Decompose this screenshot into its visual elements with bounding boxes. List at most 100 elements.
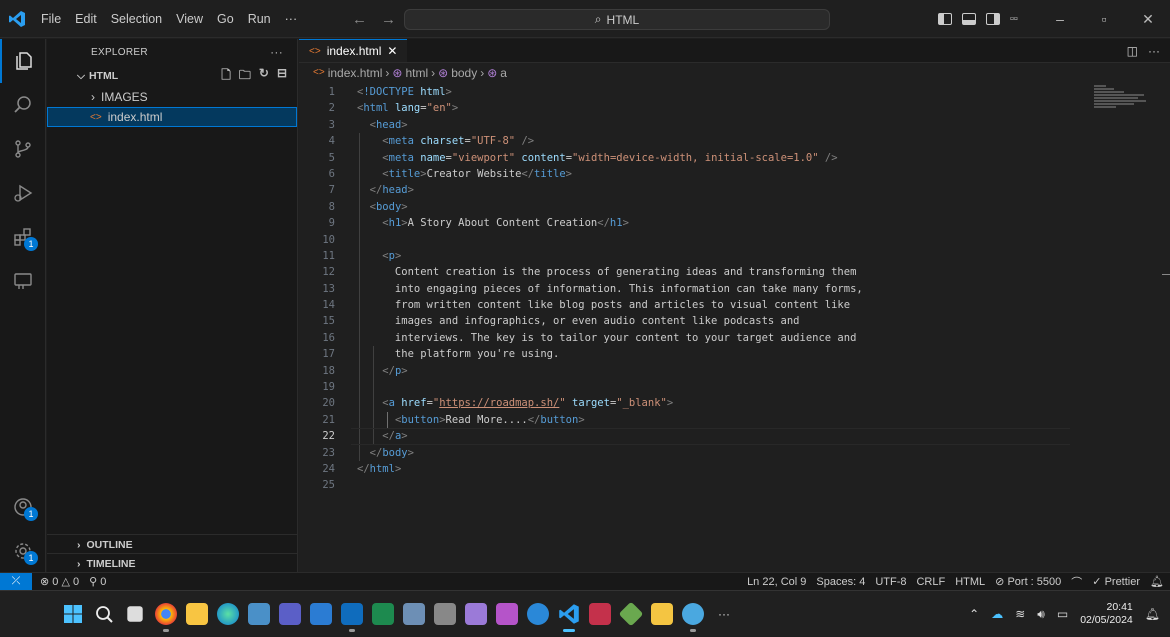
breadcrumb-separator-icon: › <box>431 65 436 80</box>
menu-edit[interactable]: Edit <box>68 0 104 38</box>
collapse-all-icon[interactable]: ⊟ <box>277 66 287 87</box>
menu-more[interactable]: ··· <box>278 0 305 38</box>
line-number: 8 <box>328 200 335 213</box>
menu-selection[interactable]: Selection <box>104 0 169 38</box>
network-app-icon[interactable] <box>403 603 425 625</box>
teams-icon[interactable] <box>279 603 301 625</box>
more-actions-icon[interactable]: ··· <box>270 45 283 59</box>
element-icon: ⊛ <box>487 65 498 80</box>
menu-view[interactable]: View <box>169 0 210 38</box>
indentation[interactable]: Spaces: 4 <box>816 576 865 588</box>
accounts-icon[interactable]: 1 <box>0 485 46 529</box>
menu-bar: File Edit Selection View Go Run ··· <box>34 0 304 38</box>
windows-start-icon[interactable] <box>62 603 84 625</box>
split-editor-icon[interactable]: ◫ <box>1127 44 1138 58</box>
clock-app-icon[interactable] <box>682 603 704 632</box>
search-icon[interactable] <box>93 603 115 625</box>
prettier-status[interactable]: ✓ Prettier <box>1092 575 1140 588</box>
remote-indicator-icon[interactable]: ⤫ <box>0 572 32 591</box>
breadcrumb-item[interactable]: body <box>451 66 477 80</box>
command-center-search[interactable]: ⌕ HTML <box>404 9 830 30</box>
ports-indicator[interactable]: ⚲ 0 <box>89 575 106 588</box>
code-text: <meta charset="UTF-8" /> <box>382 135 535 148</box>
breadcrumb-item[interactable]: index.html <box>328 66 383 80</box>
minimize-icon[interactable]: – <box>1038 11 1082 27</box>
toggle-primary-sidebar-icon[interactable] <box>938 13 952 25</box>
back-arrow-icon[interactable]: ← <box>352 11 367 28</box>
chrome-icon[interactable] <box>155 603 177 632</box>
extensions-icon[interactable]: 1 <box>0 215 46 259</box>
menu-run[interactable]: Run <box>241 0 278 38</box>
search-view-icon[interactable] <box>0 83 46 127</box>
code-text: into engaging pieces of information. Thi… <box>357 282 863 295</box>
chevron-up-icon[interactable]: ⌃ <box>969 607 979 621</box>
language-mode[interactable]: HTML <box>955 576 985 588</box>
task-view-icon[interactable] <box>127 606 143 622</box>
cursor-position[interactable]: Ln 22, Col 9 <box>747 576 806 588</box>
forward-arrow-icon[interactable]: → <box>381 11 396 28</box>
sticky-notes-icon[interactable] <box>651 603 673 625</box>
source-control-icon[interactable] <box>0 127 46 171</box>
notifications-signal-icon[interactable]: ⌒ <box>1071 574 1082 590</box>
calculator-icon[interactable] <box>434 603 456 625</box>
folder-root[interactable]: ⌵ HTML 🗋 🗀 ↻ ⊟ <box>47 65 297 87</box>
outline-section[interactable]: › OUTLINE <box>47 534 298 554</box>
volume-icon[interactable]: 🔊︎ <box>1037 607 1045 622</box>
battery-icon[interactable]: ▭ <box>1057 607 1068 621</box>
diamond-app-icon[interactable] <box>618 601 644 627</box>
edge-icon[interactable] <box>217 603 239 625</box>
problems-indicator[interactable]: ⊗ 0 △ 0 <box>40 575 79 588</box>
tree-item-index-html[interactable]: <> index.html <box>47 107 297 127</box>
restore-icon[interactable]: ▫ <box>1082 11 1126 27</box>
toggle-secondary-sidebar-icon[interactable] <box>986 13 1000 25</box>
dev-app-icon[interactable] <box>589 603 611 625</box>
notification-bell-icon[interactable]: 🔔︎ <box>1145 607 1160 621</box>
editor-more-icon[interactable]: ··· <box>1148 44 1160 58</box>
breadcrumb-item[interactable]: html <box>405 66 428 80</box>
manage-gear-icon[interactable]: 1 <box>0 529 46 573</box>
html-file-icon: <> <box>309 45 321 57</box>
notes-icon[interactable] <box>496 603 518 625</box>
clock[interactable]: 20:41 02/05/2024 <box>1080 601 1133 627</box>
customize-layout-icon[interactable]: ▫▫ <box>1010 13 1018 25</box>
photos-icon[interactable] <box>248 603 270 625</box>
menu-go[interactable]: Go <box>210 0 241 38</box>
activity-bar: 1 1 1 <box>0 39 46 572</box>
file-explorer-icon[interactable] <box>186 603 208 625</box>
new-file-icon[interactable]: 🗋 <box>221 66 231 87</box>
encoding[interactable]: UTF-8 <box>875 576 906 588</box>
end-of-line[interactable]: CRLF <box>916 576 945 588</box>
code-text: <body> <box>369 200 408 213</box>
word-icon[interactable] <box>310 603 332 625</box>
tree-item-images[interactable]: › IMAGES <box>47 87 297 107</box>
refresh-icon[interactable]: ↻ <box>259 66 269 87</box>
close-tab-icon[interactable]: ✕ <box>387 44 397 58</box>
excel-icon[interactable] <box>372 603 394 625</box>
explorer-sidebar: EXPLORER ··· ⌵ HTML 🗋 🗀 ↻ ⊟ › IMAGES <> … <box>47 39 298 572</box>
onedrive-cloud-icon[interactable]: ☁ <box>991 607 1003 621</box>
scrollbar[interactable] <box>1162 274 1170 275</box>
vscode-taskbar-icon[interactable] <box>558 603 580 632</box>
html-file-icon: <> <box>313 67 325 78</box>
menu-file[interactable]: File <box>34 0 68 38</box>
new-folder-icon[interactable]: 🗀 <box>239 66 251 87</box>
run-debug-icon[interactable] <box>0 171 46 215</box>
code-text: </body> <box>369 446 414 459</box>
toggle-panel-icon[interactable] <box>962 13 976 25</box>
live-server-port[interactable]: ⊘ Port : 5500 <box>995 575 1061 588</box>
settings-app-icon[interactable] <box>527 603 549 625</box>
more-apps-icon[interactable]: ··· <box>713 603 735 625</box>
tab-index-html[interactable]: <> index.html ✕ <box>299 39 408 62</box>
clock-time: 20:41 <box>1106 601 1133 613</box>
breadcrumb-item[interactable]: a <box>500 66 507 80</box>
minimap[interactable] <box>1094 84 1150 124</box>
outlook-icon[interactable] <box>341 603 363 632</box>
bell-icon[interactable]: 🔔︎ <box>1150 575 1164 588</box>
wifi-icon[interactable]: ≋ <box>1015 607 1025 621</box>
explorer-icon[interactable] <box>0 39 46 83</box>
code-editor[interactable]: 1 <!DOCTYPE html> 2 <html lang="en"> 3 <he… <box>299 84 1170 494</box>
snipping-tool-icon[interactable] <box>465 603 487 625</box>
close-icon[interactable]: ✕ <box>1126 11 1170 28</box>
remote-explorer-icon[interactable] <box>0 259 46 303</box>
timeline-section[interactable]: › TIMELINE <box>47 553 298 573</box>
